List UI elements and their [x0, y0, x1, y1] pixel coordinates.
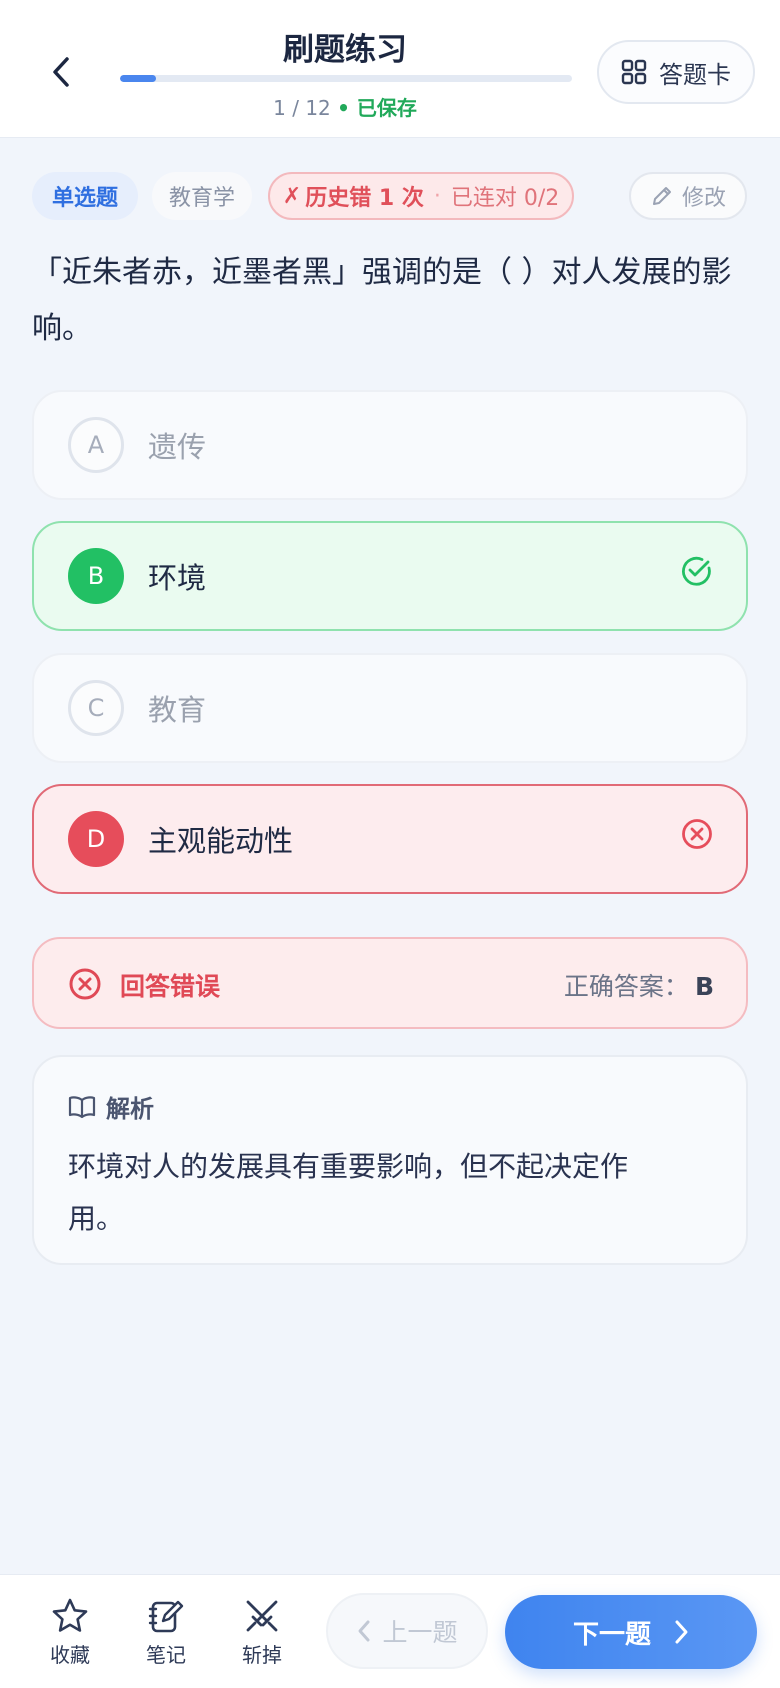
option-a[interactable]: A 遗传	[32, 390, 748, 500]
note-button[interactable]: 笔记	[131, 1597, 201, 1668]
x-circle-icon	[69, 968, 101, 1000]
check-circle-icon	[682, 556, 711, 586]
history-mark: ✗	[282, 183, 302, 209]
favorite-label: 收藏	[50, 1643, 90, 1667]
analysis-title: 解析	[106, 1095, 154, 1123]
history-tag: ✗ 历史错 1 次 · 已连对 0/2	[268, 172, 574, 220]
progress-fill	[120, 75, 157, 82]
chevron-right-icon	[675, 1620, 688, 1644]
favorite-button[interactable]: 收藏	[35, 1597, 105, 1668]
option-text: 遗传	[148, 430, 207, 464]
next-label: 下一题	[572, 1619, 651, 1650]
x-circle-icon	[682, 819, 712, 849]
question-type-tag: 单选题	[32, 172, 138, 220]
remove-button[interactable]: 斩掉	[227, 1597, 297, 1668]
edit-label: 修改	[681, 186, 726, 211]
next-question-button[interactable]: 下一题	[505, 1595, 757, 1669]
option-b[interactable]: B 环境	[32, 521, 748, 631]
note-icon	[148, 1600, 184, 1633]
option-text: 教育	[148, 693, 207, 727]
saved-status: • 已保存	[337, 96, 417, 120]
option-letter: B	[68, 548, 124, 604]
analysis-body: 环境对人的发展具有重要影响，但不起决定作用。	[68, 1150, 629, 1235]
history-error-count: 历史错 1 次	[305, 186, 424, 211]
bottom-toolbar: 收藏 笔记 斩掉 上一题 下一题	[0, 1574, 780, 1688]
answer-card-label: 答题卡	[659, 60, 731, 89]
pencil-icon	[652, 187, 671, 205]
note-label: 笔记	[146, 1643, 186, 1667]
progress-current: 1	[273, 96, 286, 120]
streak-count: 已连对 0/2	[450, 186, 560, 211]
option-c[interactable]: C 教育	[32, 653, 748, 763]
option-letter: A	[68, 417, 124, 473]
correct-answer-value: B	[694, 972, 714, 1001]
analysis-header: 解析	[68, 1089, 154, 1124]
option-letter: C	[68, 680, 124, 736]
prev-question-button[interactable]: 上一题	[326, 1593, 488, 1669]
top-header: 刷题练习 1 / 12 • 已保存 答题卡	[0, 0, 780, 138]
progress-text: 1 / 12 • 已保存	[0, 92, 690, 121]
analysis-card: 解析 环境对人的发展具有重要影响，但不起决定作用。	[32, 1055, 748, 1265]
remove-label: 斩掉	[242, 1643, 282, 1667]
option-text: 主观能动性	[148, 824, 294, 858]
correct-answer-prefix: 正确答案：	[563, 972, 689, 1001]
prev-label: 上一题	[382, 1618, 458, 1647]
grid-icon	[621, 59, 647, 85]
star-icon	[52, 1598, 88, 1632]
question-text: 「近朱者赤，近墨者黑」强调的是（ ）对人发展的影响。	[32, 255, 732, 346]
progress-bar	[120, 75, 572, 82]
result-banner: 回答错误 正确答案： B	[32, 937, 748, 1029]
option-text: 环境	[148, 561, 207, 595]
progress-total: 12	[305, 96, 331, 120]
option-d[interactable]: D 主观能动性	[32, 784, 748, 894]
separator-dot: ·	[433, 183, 441, 209]
crossed-swords-icon	[246, 1600, 278, 1632]
answer-card-button[interactable]: 答题卡	[597, 40, 755, 104]
progress-separator: /	[285, 96, 306, 120]
option-letter: D	[68, 811, 124, 867]
subject-tag: 教育学	[152, 172, 252, 220]
result-label: 回答错误	[120, 972, 221, 1001]
chevron-left-icon	[358, 1620, 370, 1642]
edit-button[interactable]: 修改	[629, 172, 747, 220]
correct-answer: 正确答案： B	[564, 967, 714, 1003]
book-icon	[68, 1095, 96, 1118]
page-title: 刷题练习	[283, 32, 407, 68]
